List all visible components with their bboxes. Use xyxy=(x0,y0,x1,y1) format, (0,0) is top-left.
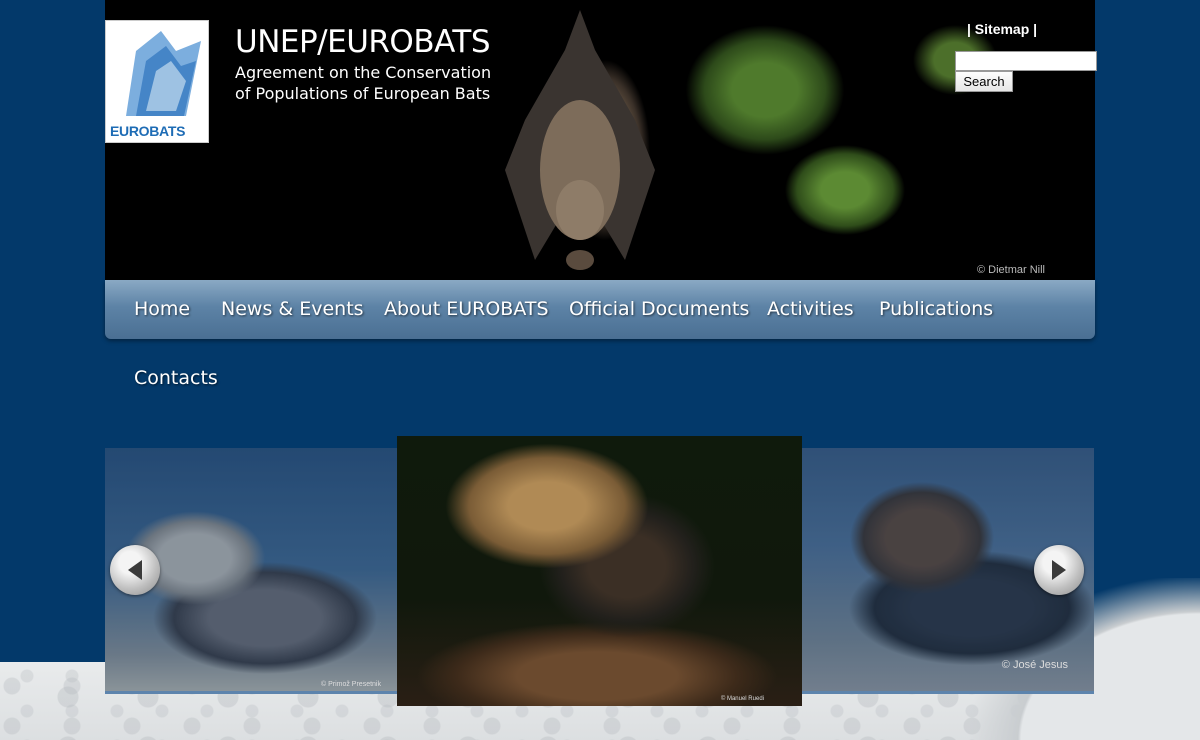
search-input[interactable] xyxy=(955,51,1097,71)
main-navigation: Home News & Events About EUROBATS Offici… xyxy=(105,280,1095,339)
nav-item-contacts[interactable]: Contacts xyxy=(134,367,218,389)
photo-credit-right: © José Jesus xyxy=(1001,659,1068,671)
site-title: UNEP/EUROBATS xyxy=(235,24,491,60)
carousel-slide-center[interactable]: © Manuel Ruedi xyxy=(397,436,802,706)
subtitle-line-2: of Populations of European Bats xyxy=(235,84,491,103)
arrow-right-icon xyxy=(1052,560,1066,580)
nav-item-activities[interactable]: Activities xyxy=(767,298,854,320)
site-subtitle: Agreement on the Conservation of Populat… xyxy=(235,62,515,104)
nav-item-news-events[interactable]: News & Events xyxy=(221,298,364,320)
search-button[interactable]: Search xyxy=(955,71,1013,92)
header-photo-credit: © Dietmar Nill xyxy=(977,264,1045,276)
nav-item-publications[interactable]: Publications xyxy=(879,298,993,320)
logo-text: EUROBATS xyxy=(110,123,186,139)
carousel-next-button[interactable] xyxy=(1034,545,1084,595)
subtitle-line-1: Agreement on the Conservation xyxy=(235,63,492,82)
eurobats-logo[interactable]: EUROBATS xyxy=(105,20,209,143)
bat-wing-logo-icon xyxy=(126,31,201,116)
nav-item-home[interactable]: Home xyxy=(134,298,190,320)
site-header: EUROBATS UNEP/EUROBATS Agreement on the … xyxy=(105,0,1095,280)
carousel-prev-button[interactable] xyxy=(110,545,160,595)
nav-item-about[interactable]: About EUROBATS xyxy=(384,298,549,320)
navigation-row-2: Contacts xyxy=(105,345,1095,420)
photo-credit-center: © Manuel Ruedi xyxy=(720,696,764,702)
arrow-left-icon xyxy=(128,560,142,580)
photo-credit-left: © Primož Presetnik xyxy=(320,681,381,688)
sitemap-link[interactable]: | Sitemap | xyxy=(967,21,1037,37)
nav-item-official-documents[interactable]: Official Documents xyxy=(569,298,749,320)
header-bat-illustration xyxy=(505,10,655,270)
